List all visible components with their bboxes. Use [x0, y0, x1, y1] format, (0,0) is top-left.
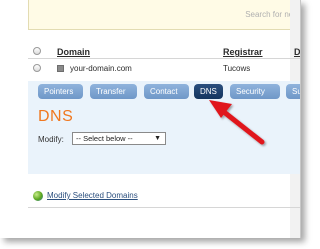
annotation-arrow-icon [209, 100, 265, 145]
